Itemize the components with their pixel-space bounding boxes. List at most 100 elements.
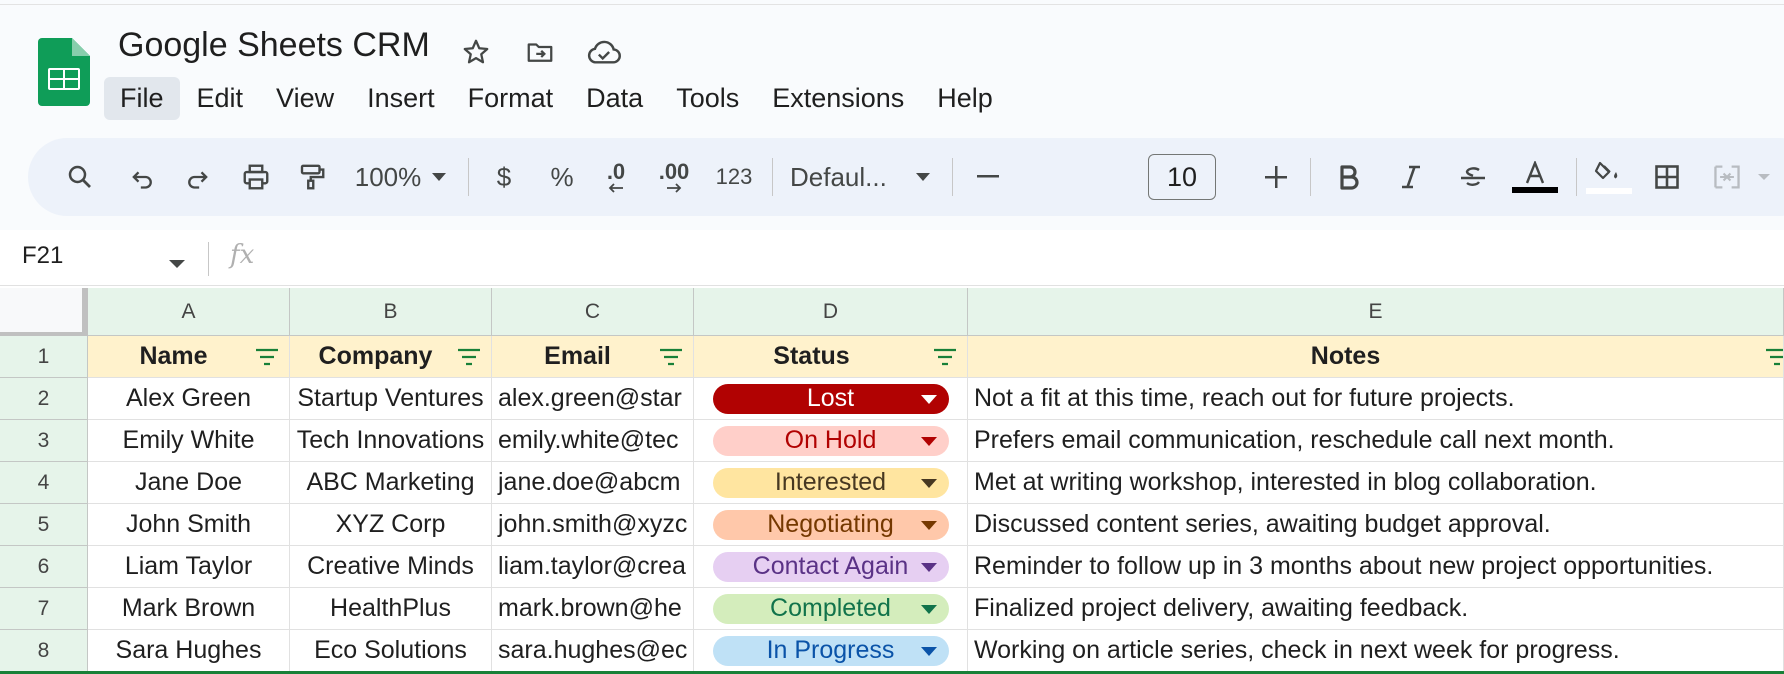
- cell-status[interactable]: Interested: [694, 462, 968, 504]
- format-percent-button[interactable]: %: [542, 138, 582, 216]
- cell-email[interactable]: sara.hughes@ec: [492, 630, 694, 672]
- header-cell-email[interactable]: Email: [492, 336, 694, 378]
- chip-dropdown-icon[interactable]: [920, 478, 937, 488]
- row-header[interactable]: 5: [0, 504, 88, 546]
- font-select[interactable]: Defaul...: [790, 138, 900, 216]
- status-chip[interactable]: Completed: [712, 593, 949, 624]
- cell-email[interactable]: jane.doe@abcm: [492, 462, 694, 504]
- print-icon[interactable]: [230, 138, 282, 216]
- cell-company[interactable]: ABC Marketing: [290, 462, 492, 504]
- move-folder-icon[interactable]: [522, 34, 558, 70]
- column-header-d[interactable]: D: [694, 288, 968, 336]
- chip-dropdown-icon[interactable]: [920, 604, 937, 614]
- row-header[interactable]: 6: [0, 546, 88, 588]
- cell-status[interactable]: Negotiating: [694, 504, 968, 546]
- name-box[interactable]: F21: [22, 242, 63, 270]
- filter-icon[interactable]: [659, 348, 683, 366]
- strikethrough-icon[interactable]: [1452, 138, 1494, 216]
- column-header-b[interactable]: B: [290, 288, 492, 336]
- cell-email[interactable]: liam.taylor@crea: [492, 546, 694, 588]
- menu-tools[interactable]: Tools: [660, 77, 755, 120]
- sheets-logo-icon[interactable]: [38, 38, 90, 106]
- cell-name[interactable]: John Smith: [88, 504, 290, 546]
- cell-name[interactable]: Liam Taylor: [88, 546, 290, 588]
- column-header-a[interactable]: A: [88, 288, 290, 336]
- bold-icon[interactable]: [1328, 138, 1370, 216]
- fill-color-icon[interactable]: [1584, 138, 1634, 216]
- font-size-input[interactable]: 10: [1148, 154, 1216, 200]
- cell-email[interactable]: emily.white@tec: [492, 420, 694, 462]
- select-all-corner[interactable]: [0, 288, 88, 336]
- row-header[interactable]: 1: [0, 336, 88, 378]
- zoom-dropdown-icon[interactable]: [424, 138, 454, 216]
- chip-dropdown-icon[interactable]: [920, 562, 937, 572]
- cell-status[interactable]: In Progress: [694, 630, 968, 672]
- cell-email[interactable]: mark.brown@he: [492, 588, 694, 630]
- column-header-e[interactable]: E: [968, 288, 1784, 336]
- cell-company[interactable]: Startup Ventures: [290, 378, 492, 420]
- cell-status[interactable]: Completed: [694, 588, 968, 630]
- chip-dropdown-icon[interactable]: [920, 436, 937, 446]
- decrease-font-size-icon[interactable]: [970, 138, 1006, 216]
- borders-icon[interactable]: [1646, 138, 1688, 216]
- menu-data[interactable]: Data: [570, 77, 659, 120]
- cell-email[interactable]: alex.green@star: [492, 378, 694, 420]
- zoom-select[interactable]: 100%: [340, 138, 436, 216]
- cell-company[interactable]: Creative Minds: [290, 546, 492, 588]
- menu-extensions[interactable]: Extensions: [756, 77, 920, 120]
- row-header[interactable]: 8: [0, 630, 88, 672]
- menu-insert[interactable]: Insert: [351, 77, 451, 120]
- header-cell-notes[interactable]: Notes: [968, 336, 1784, 378]
- status-chip[interactable]: Lost: [712, 383, 949, 414]
- merge-cells-icon[interactable]: [1704, 138, 1750, 216]
- decrease-decimal-button[interactable]: .0: [596, 138, 636, 216]
- cell-name[interactable]: Emily White: [88, 420, 290, 462]
- cell-company[interactable]: XYZ Corp: [290, 504, 492, 546]
- cell-notes[interactable]: Prefers email communication, reschedule …: [968, 420, 1784, 462]
- font-dropdown-icon[interactable]: [908, 138, 938, 216]
- menu-view[interactable]: View: [260, 77, 350, 120]
- merge-dropdown-icon[interactable]: [1754, 138, 1774, 216]
- cell-company[interactable]: Tech Innovations: [290, 420, 492, 462]
- menu-edit[interactable]: Edit: [181, 77, 260, 120]
- search-menus-icon[interactable]: [56, 138, 104, 216]
- cell-status[interactable]: Lost: [694, 378, 968, 420]
- status-chip[interactable]: In Progress: [712, 635, 949, 666]
- status-chip[interactable]: On Hold: [712, 425, 949, 456]
- increase-decimal-button[interactable]: .00: [650, 138, 698, 216]
- filter-icon[interactable]: [255, 348, 279, 366]
- formula-input[interactable]: [280, 240, 1760, 278]
- chip-dropdown-icon[interactable]: [920, 394, 937, 404]
- undo-icon[interactable]: [118, 138, 166, 216]
- chip-dropdown-icon[interactable]: [920, 520, 937, 530]
- menu-file[interactable]: File: [104, 76, 180, 120]
- cell-name[interactable]: Jane Doe: [88, 462, 290, 504]
- filter-icon[interactable]: [457, 348, 481, 366]
- italic-icon[interactable]: [1390, 138, 1432, 216]
- cell-company[interactable]: HealthPlus: [290, 588, 492, 630]
- increase-font-size-icon[interactable]: [1258, 138, 1294, 216]
- cell-notes[interactable]: Discussed content series, awaiting budge…: [968, 504, 1784, 546]
- filter-icon[interactable]: [1765, 348, 1784, 366]
- cloud-saved-icon[interactable]: [586, 34, 622, 70]
- menu-help[interactable]: Help: [921, 77, 1009, 120]
- row-header[interactable]: 2: [0, 378, 88, 420]
- status-chip[interactable]: Negotiating: [712, 509, 949, 540]
- status-chip[interactable]: Contact Again: [712, 551, 949, 582]
- format-currency-button[interactable]: $: [486, 138, 522, 216]
- paint-format-icon[interactable]: [286, 138, 338, 216]
- cell-name[interactable]: Sara Hughes: [88, 630, 290, 672]
- cell-notes[interactable]: Finalized project delivery, awaiting fee…: [968, 588, 1784, 630]
- redo-icon[interactable]: [174, 138, 222, 216]
- cell-notes[interactable]: Met at writing workshop, interested in b…: [968, 462, 1784, 504]
- cell-email[interactable]: john.smith@xyzc: [492, 504, 694, 546]
- text-color-icon[interactable]: [1510, 138, 1560, 216]
- cell-company[interactable]: Eco Solutions: [290, 630, 492, 672]
- chip-dropdown-icon[interactable]: [920, 646, 937, 656]
- cell-notes[interactable]: Reminder to follow up in 3 months about …: [968, 546, 1784, 588]
- cell-name[interactable]: Alex Green: [88, 378, 290, 420]
- header-cell-company[interactable]: Company: [290, 336, 492, 378]
- row-header[interactable]: 4: [0, 462, 88, 504]
- column-header-c[interactable]: C: [492, 288, 694, 336]
- cell-status[interactable]: On Hold: [694, 420, 968, 462]
